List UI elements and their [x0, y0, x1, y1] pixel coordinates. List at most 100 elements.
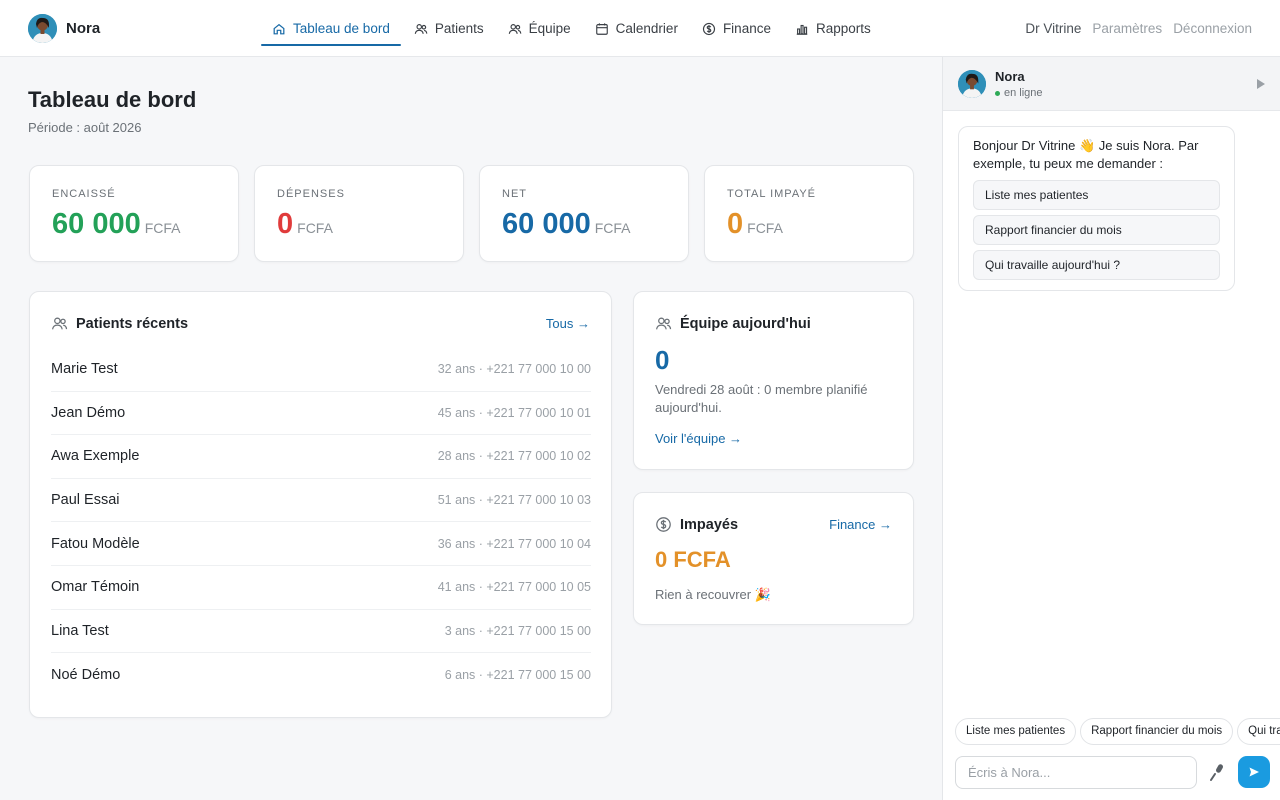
page-title: Tableau de bord — [28, 87, 197, 112]
patient-row[interactable]: Noé Démo 6 ans · +221 77 000 15 00 — [51, 653, 591, 697]
nav-item-label: Rapports — [815, 21, 871, 36]
stat-amount: 0 — [277, 208, 294, 240]
dashboard-main: Tableau de bord Période : août 2026 ENCA… — [0, 57, 942, 800]
unpaid-header: Impayés — [655, 516, 738, 533]
patient-meta: 3 ans · +221 77 000 15 00 — [444, 623, 591, 638]
nav-item-finance[interactable]: Finance — [690, 0, 783, 57]
patient-meta: 28 ans · +221 77 000 10 02 — [437, 449, 591, 464]
stat-value: 0 FCFA — [727, 208, 783, 241]
nav-item-label: Tableau de bord — [293, 21, 390, 36]
suggestion-button[interactable]: Rapport financier du mois — [973, 215, 1220, 245]
unpaid-amount: 0 FCFA — [655, 547, 731, 572]
recent-patients-card: Patients récents Tous → Marie Test 32 ans… — [29, 291, 612, 718]
stat-amount: 0 — [727, 208, 744, 240]
patient-name: Paul Essai — [51, 492, 120, 509]
patient-name: Lina Test — [51, 622, 109, 639]
stat-label: NET — [502, 188, 527, 200]
nav-item-team[interactable]: Équipe — [496, 0, 583, 57]
stat-label: DÉPENSES — [277, 188, 345, 200]
team-today-header: Équipe aujourd'hui — [655, 315, 811, 332]
patient-name: Awa Exemple — [51, 448, 140, 465]
suggestion-button[interactable]: Liste mes patientes — [973, 180, 1220, 210]
send-icon — [1249, 767, 1259, 777]
brand-name: Nora — [66, 20, 101, 37]
user-name[interactable]: Dr Vitrine — [1025, 21, 1081, 36]
patient-name: Jean Démo — [51, 404, 126, 421]
patient-row[interactable]: Awa Exemple 28 ans · +221 77 000 10 02 — [51, 435, 591, 479]
unpaid-title: Impayés — [680, 516, 739, 533]
settings-link[interactable]: Paramètres — [1092, 21, 1162, 36]
dollar-icon — [656, 517, 671, 532]
top-navigation-bar: Nora Tableau de bord Patients Équipe Cal… — [0, 0, 1280, 57]
patient-row[interactable]: Fatou Modèle 36 ans · +221 77 000 10 04 — [51, 522, 591, 566]
chat-message-input[interactable] — [955, 756, 1197, 789]
quick-reply-chip[interactable]: Rapport financier du mois — [1080, 718, 1234, 745]
nav-item-dashboard[interactable]: Tableau de bord — [260, 0, 402, 57]
chat-assistant-name: Nora — [995, 69, 1025, 84]
nav-item-calendar[interactable]: Calendrier — [583, 0, 690, 57]
stat-card-expenses: DÉPENSES 0 FCFA — [254, 165, 464, 262]
suggestion-button[interactable]: Qui travaille aujourd'hui ? — [973, 250, 1220, 280]
finance-link[interactable]: Finance → — [829, 517, 892, 532]
recent-patients-title: Patients récents — [76, 315, 189, 332]
patient-row[interactable]: Marie Test 32 ans · +221 77 000 10 00 — [51, 348, 591, 392]
nav-item-patients[interactable]: Patients — [402, 0, 496, 57]
patient-row[interactable]: Omar Témoin 41 ans · +221 77 000 10 05 — [51, 566, 591, 610]
nora-avatar — [28, 14, 57, 43]
stat-amount: 60 000 — [502, 208, 591, 240]
stat-card-net: NET 60 000 FCFA — [479, 165, 689, 262]
all-patients-link[interactable]: Tous → — [546, 316, 590, 331]
stat-currency: FCFA — [747, 220, 783, 236]
patient-row[interactable]: Lina Test 3 ans · +221 77 000 15 00 — [51, 610, 591, 654]
unpaid-card: Impayés Finance → 0 FCFA Rien à recouvre… — [633, 492, 914, 625]
nav-item-label: Équipe — [528, 21, 571, 36]
team-count: 0 — [655, 345, 670, 375]
chat-header: Nora en ligne — [943, 57, 1280, 111]
brand[interactable]: Nora — [28, 14, 100, 43]
patient-name: Noé Démo — [51, 666, 121, 683]
nav-item-label: Finance — [722, 21, 771, 36]
patient-meta: 45 ans · +221 77 000 10 01 — [437, 405, 591, 420]
online-indicator-icon — [995, 90, 1000, 96]
stat-label: TOTAL IMPAYÉ — [727, 188, 817, 200]
assistant-message-text: Bonjour Dr Vitrine 👋 Je suis Nora. Par e… — [973, 138, 1199, 171]
nora-avatar — [958, 70, 986, 98]
send-button[interactable] — [1238, 756, 1270, 788]
team-today-card: Équipe aujourd'hui 0 Vendredi 28 août : … — [633, 291, 914, 470]
stat-card-unpaid: TOTAL IMPAYÉ 0 FCFA — [704, 165, 914, 262]
microphone-icon[interactable] — [1208, 762, 1226, 782]
assistant-message: Bonjour Dr Vitrine 👋 Je suis Nora. Par e… — [958, 126, 1235, 291]
quick-reply-chip[interactable]: Liste mes patientes — [955, 718, 1077, 745]
stat-value: 0 FCFA — [277, 208, 333, 241]
collapse-panel-icon[interactable] — [1255, 77, 1267, 91]
patient-name: Marie Test — [51, 361, 118, 378]
patient-meta: 36 ans · +221 77 000 10 04 — [437, 536, 591, 551]
chat-status-text: en ligne — [1004, 87, 1043, 99]
users-icon — [655, 317, 672, 330]
team-today-title: Équipe aujourd'hui — [680, 315, 811, 332]
logout-link[interactable]: Déconnexion — [1173, 21, 1252, 36]
users-icon — [414, 23, 428, 34]
patient-row[interactable]: Paul Essai 51 ans · +221 77 000 10 03 — [51, 479, 591, 523]
stat-value: 60 000 FCFA — [502, 208, 630, 241]
unpaid-note: Rien à recouvrer 🎉 — [655, 587, 771, 602]
calendar-icon — [595, 22, 608, 35]
stat-card-collected: ENCAISSÉ 60 000 FCFA — [29, 165, 239, 262]
stat-currency: FCFA — [144, 220, 181, 236]
patients-list: Marie Test 32 ans · +221 77 000 10 00 Jea… — [51, 348, 591, 697]
page-period: Période : août 2026 — [28, 120, 142, 135]
chat-status: en ligne — [995, 87, 1043, 99]
patient-meta: 51 ans · +221 77 000 10 03 — [437, 493, 591, 508]
main-nav: Tableau de bord Patients Équipe Calendri… — [260, 0, 883, 57]
assistant-chat-panel: Nora en ligne Bonjour Dr Vitrine 👋 Je su… — [942, 57, 1280, 800]
bar-chart-icon — [796, 24, 808, 35]
patient-row[interactable]: Jean Démo 45 ans · +221 77 000 10 01 — [51, 392, 591, 436]
stat-amount: 60 000 — [52, 208, 141, 240]
view-team-link[interactable]: Voir l'équipe → — [655, 431, 742, 446]
patient-meta: 32 ans · +221 77 000 10 00 — [437, 362, 591, 377]
home-icon — [273, 23, 285, 34]
patient-name: Omar Témoin — [51, 579, 140, 596]
nav-item-reports[interactable]: Rapports — [783, 0, 883, 57]
quick-reply-chip[interactable]: Qui travaille aujourd'hui ? — [1237, 718, 1280, 745]
dollar-icon — [702, 22, 716, 35]
